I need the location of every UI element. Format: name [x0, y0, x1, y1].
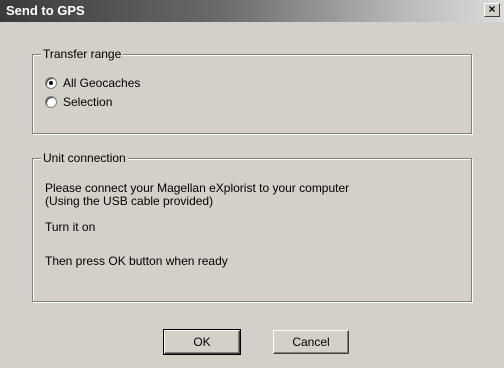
ok-button[interactable]: OK: [163, 329, 241, 355]
cancel-button[interactable]: Cancel: [273, 330, 349, 354]
radio-button-selected-icon[interactable]: [45, 77, 57, 89]
radio-button-unselected-icon[interactable]: [45, 96, 57, 108]
close-icon: ×: [488, 2, 496, 16]
title-bar[interactable]: Send to GPS ×: [0, 0, 504, 22]
unit-connection-group: Unit connection Please connect your Mage…: [32, 151, 472, 302]
dialog-title: Send to GPS: [6, 3, 85, 18]
instruction-line-turn-on: Turn it on: [45, 220, 96, 234]
close-button[interactable]: ×: [484, 3, 500, 17]
transfer-range-group: Transfer range All Geocaches Selection: [32, 47, 472, 134]
instruction-line-connect: Please connect your Magellan eXplorist t…: [45, 181, 350, 195]
transfer-range-legend: Transfer range: [41, 47, 124, 61]
instruction-line-press-ok: Then press OK button when ready: [45, 254, 228, 268]
send-to-gps-dialog: Send to GPS × Transfer range All Geocach…: [0, 0, 504, 368]
instruction-line-cable: (Using the USB cable provided): [45, 194, 214, 208]
radio-label-all-geocaches[interactable]: All Geocaches: [63, 75, 140, 91]
unit-connection-legend: Unit connection: [41, 151, 128, 165]
radio-label-selection[interactable]: Selection: [63, 94, 112, 110]
